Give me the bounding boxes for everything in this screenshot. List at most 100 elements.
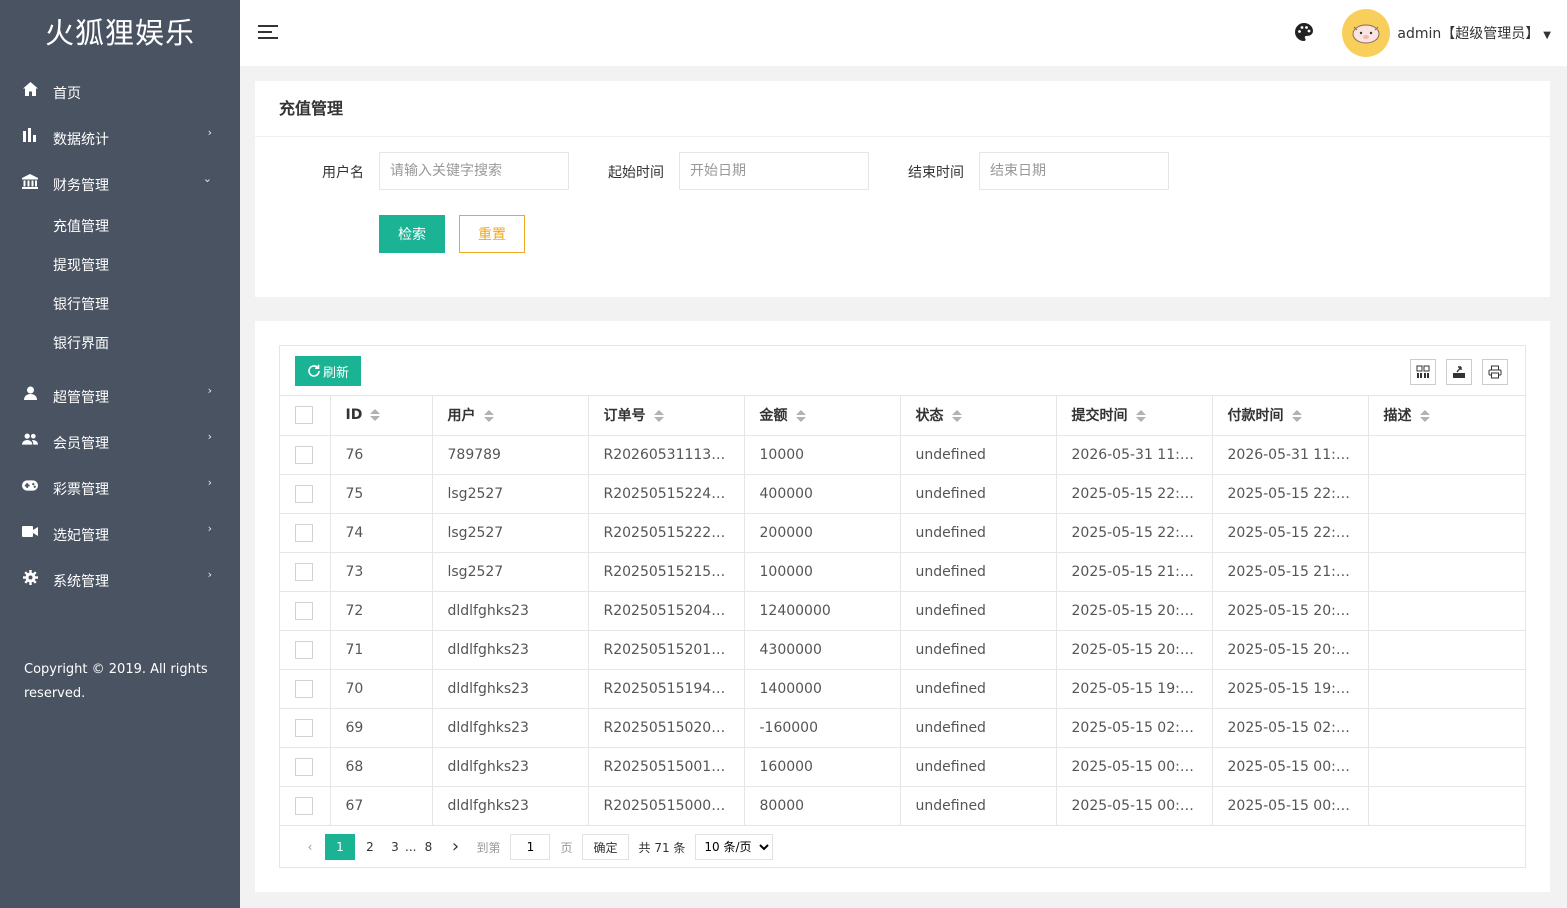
table-row[interactable]: 71 dldlfghks23 R202505152018... 4300000 unde… <box>280 630 1525 670</box>
sort-icon[interactable] <box>1419 410 1430 423</box>
chevron-right-icon: › <box>207 476 212 489</box>
row-checkbox[interactable] <box>295 562 313 581</box>
table-cell: undefined <box>900 591 1057 631</box>
row-select-cell <box>280 669 331 709</box>
sort-icon[interactable] <box>483 410 494 423</box>
copyright-text: Copyright © 2019. All rights reserved. <box>24 662 208 701</box>
page-button[interactable]: 1 <box>325 834 355 860</box>
sidebar: 火狐狸娱乐 首页 数据统计 › 财务管理 ⌄ 充值管理 提现管理 银行管理 银行… <box>0 0 240 908</box>
goto-page-input[interactable] <box>510 834 551 860</box>
table-cell: dldlfghks23 <box>432 669 589 709</box>
video-camera-icon <box>22 523 38 539</box>
chevron-right-icon: › <box>207 568 212 581</box>
menu-toggle-icon[interactable] <box>258 25 278 41</box>
refresh-label: 刷新 <box>322 365 349 381</box>
column-header[interactable]: 提交时间 <box>1056 396 1213 436</box>
row-checkbox[interactable] <box>295 445 313 464</box>
page-button[interactable]: 2 <box>355 834 385 860</box>
username-input[interactable] <box>379 152 569 190</box>
sidebar-item-statistics[interactable]: 数据统计 › <box>0 112 240 158</box>
column-header[interactable]: 状态 <box>900 396 1057 436</box>
search-button[interactable]: 检索 <box>379 215 445 253</box>
sidebar-item-admin[interactable]: 超管管理 › <box>0 370 240 416</box>
row-checkbox[interactable] <box>295 601 313 620</box>
table-row[interactable]: 70 dldlfghks23 R202505151941... 1400000 unde… <box>280 669 1525 709</box>
page-size-select[interactable]: 10 条/页 <box>695 834 774 860</box>
table-cell: 2025-05-15 00:03... <box>1056 786 1213 826</box>
table-row[interactable]: 69 dldlfghks23 R202505150205... -160000 unde… <box>280 708 1525 748</box>
chevron-right-icon: › <box>207 384 212 397</box>
table-cell: 67 <box>330 786 433 826</box>
sidebar-item-lottery[interactable]: 彩票管理 › <box>0 462 240 508</box>
column-header[interactable]: ID <box>330 396 433 436</box>
table-row[interactable]: 72 dldlfghks23 R202505152049... 12400000 und… <box>280 591 1525 631</box>
column-header[interactable]: 描述 <box>1368 396 1525 436</box>
submenu-item-bank[interactable]: 银行管理 <box>0 286 240 325</box>
end-date-input[interactable] <box>979 152 1169 190</box>
table-cell: 789789 <box>432 435 589 475</box>
page-button[interactable]: 8 <box>416 834 440 860</box>
sidebar-item-members[interactable]: 会员管理 › <box>0 416 240 462</box>
export-icon[interactable] <box>1446 359 1472 385</box>
table-cell <box>1368 708 1525 748</box>
sidebar-item-home[interactable]: 首页 <box>0 66 240 112</box>
table-header-row: ID 用户 订单号 金额 状态 提交时间 付款时间 描述 <box>280 396 1525 436</box>
row-checkbox[interactable] <box>295 484 313 503</box>
refresh-button[interactable]: 刷新 <box>295 356 361 386</box>
select-all-checkbox[interactable] <box>295 406 313 425</box>
column-header[interactable]: 订单号 <box>588 396 745 436</box>
select-all-cell <box>280 396 331 436</box>
pagination: ‹ 1 2 3 ... 8 › 到第 页 确定 共 71 条 10 条/页 <box>295 834 774 860</box>
column-header[interactable]: 付款时间 <box>1212 396 1369 436</box>
table-row[interactable]: 73 lsg2527 R202505152157... 100000 undefined… <box>280 552 1525 592</box>
prev-page-icon[interactable]: ‹ <box>295 834 325 860</box>
home-icon <box>22 81 38 97</box>
page-button[interactable]: 3 <box>385 834 405 860</box>
table-cell: undefined <box>900 513 1057 553</box>
table-cell <box>1368 513 1525 553</box>
sort-icon[interactable] <box>795 410 806 423</box>
sort-icon[interactable] <box>370 409 381 422</box>
table-row[interactable]: 75 lsg2527 R202505152240... 400000 undefined… <box>280 474 1525 514</box>
row-checkbox[interactable] <box>295 640 313 659</box>
sidebar-item-system[interactable]: 系统管理 › <box>0 554 240 600</box>
submenu-item-bank-ui[interactable]: 银行界面 <box>0 325 240 364</box>
row-checkbox[interactable] <box>295 679 313 698</box>
row-checkbox[interactable] <box>295 523 313 542</box>
table-row[interactable]: 68 dldlfghks23 R202505150015... 160000 undef… <box>280 747 1525 787</box>
next-page-icon[interactable]: › <box>440 834 470 860</box>
submenu-item-withdraw[interactable]: 提现管理 <box>0 247 240 286</box>
chevron-right-icon: › <box>207 126 212 139</box>
table-cell: dldlfghks23 <box>432 747 589 787</box>
row-checkbox[interactable] <box>295 718 313 737</box>
sidebar-item-finance[interactable]: 财务管理 ⌄ <box>0 158 240 204</box>
table-cell: 2025-05-15 20:18... <box>1212 630 1369 670</box>
column-header[interactable]: 用户 <box>432 396 589 436</box>
sort-icon[interactable] <box>1135 410 1146 423</box>
start-date-input[interactable] <box>679 152 869 190</box>
row-checkbox[interactable] <box>295 796 313 815</box>
sidebar-nav-2: 超管管理 › 会员管理 › 彩票管理 › 选妃管理 › 系统管理 › <box>0 370 240 600</box>
column-header[interactable]: 金额 <box>744 396 901 436</box>
row-select-cell <box>280 435 331 475</box>
bar-chart-icon <box>22 127 38 143</box>
table-row[interactable]: 67 dldlfghks23 R202505150003... 80000 undefi… <box>280 786 1525 826</box>
goto-confirm-button[interactable]: 确定 <box>582 834 629 860</box>
print-icon[interactable] <box>1482 359 1508 385</box>
table-row[interactable]: 76 789789 R2026053111341... 10000 undefined 2… <box>280 435 1525 475</box>
table-cell: 76 <box>330 435 433 475</box>
sort-icon[interactable] <box>653 410 664 423</box>
table-cell: dldlfghks23 <box>432 708 589 748</box>
user-menu[interactable]: admin【超级管理员】 ▼ <box>1397 23 1551 43</box>
table-cell: 2025-05-15 00:03... <box>1212 786 1369 826</box>
sort-icon[interactable] <box>951 410 962 423</box>
table-row[interactable]: 74 lsg2527 R202505152227... 200000 undefined… <box>280 513 1525 553</box>
sidebar-item-select[interactable]: 选妃管理 › <box>0 508 240 554</box>
row-checkbox[interactable] <box>295 757 313 776</box>
palette-icon[interactable] <box>1295 23 1315 43</box>
reset-button[interactable]: 重置 <box>459 215 525 253</box>
submenu-item-recharge[interactable]: 充值管理 <box>0 208 240 247</box>
columns-filter-icon[interactable] <box>1410 359 1436 385</box>
sort-icon[interactable] <box>1291 410 1302 423</box>
avatar[interactable] <box>1342 9 1390 57</box>
